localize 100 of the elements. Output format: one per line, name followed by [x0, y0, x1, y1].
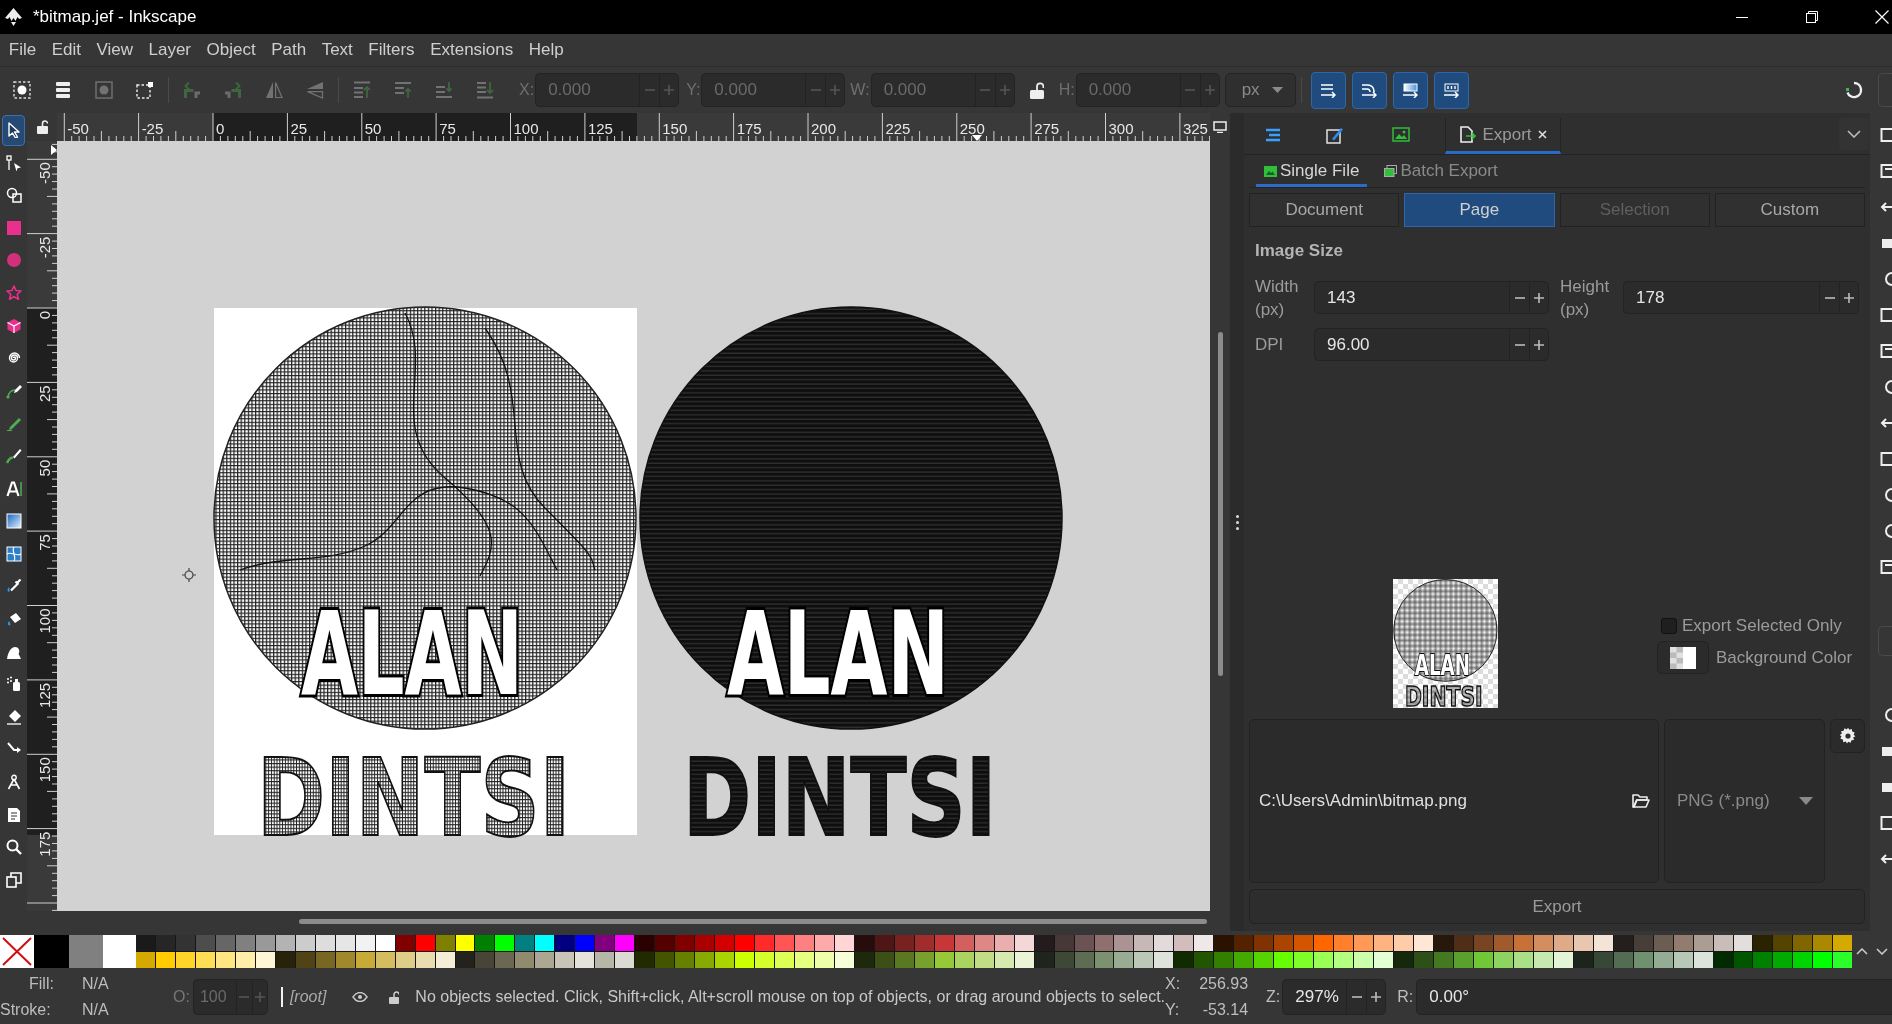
- color-swatch[interactable]: [475, 952, 495, 968]
- color-swatch[interactable]: [934, 935, 954, 951]
- mode-tab[interactable]: Batch Export: [1376, 158, 1506, 187]
- color-swatch[interactable]: [914, 935, 934, 951]
- increment-button[interactable]: [1529, 281, 1549, 314]
- color-swatch[interactable]: [1054, 952, 1074, 968]
- color-swatch[interactable]: [1473, 935, 1493, 951]
- color-swatch[interactable]: [255, 935, 275, 951]
- checkbox[interactable]: [1661, 618, 1677, 634]
- width-field[interactable]: 143: [1314, 281, 1509, 314]
- color-swatch[interactable]: [1793, 935, 1813, 951]
- monitor-icon[interactable]: [1213, 121, 1227, 133]
- gradient-arrow-toggle[interactable]: [1392, 71, 1428, 109]
- export-button[interactable]: Export: [1249, 889, 1865, 924]
- color-swatch[interactable]: [195, 952, 215, 968]
- color-swatch[interactable]: [495, 952, 515, 968]
- no-paint-swatch[interactable]: [0, 935, 34, 968]
- color-swatch[interactable]: [1573, 935, 1593, 951]
- color-swatch[interactable]: [395, 935, 415, 951]
- stroke-value[interactable]: N/A: [82, 1001, 109, 1018]
- color-swatch[interactable]: [755, 952, 774, 968]
- color-swatch[interactable]: [1294, 952, 1314, 968]
- color-swatch[interactable]: [34, 935, 69, 968]
- format-dropdown[interactable]: PNG (*.png): [1664, 719, 1825, 883]
- color-swatch[interactable]: [834, 952, 854, 968]
- color-swatch[interactable]: [1134, 952, 1154, 968]
- color-swatch[interactable]: [195, 935, 215, 951]
- color-swatch[interactable]: [255, 952, 275, 968]
- color-swatch[interactable]: [814, 952, 834, 968]
- color-swatch[interactable]: [1553, 935, 1573, 951]
- menu-item[interactable]: Object: [198, 37, 264, 63]
- color-swatch[interactable]: [1613, 935, 1633, 951]
- filename-field[interactable]: C:\Users\Admin\bitmap.png: [1249, 719, 1659, 883]
- color-swatch[interactable]: [1094, 952, 1114, 968]
- color-swatch[interactable]: [1473, 952, 1493, 968]
- color-swatch[interactable]: [1154, 935, 1174, 951]
- command-bar-icon[interactable]: [1880, 416, 1892, 430]
- pattern-arrow-toggle[interactable]: [1433, 71, 1469, 109]
- color-swatch[interactable]: [1014, 935, 1034, 951]
- menu-item[interactable]: Help: [521, 37, 572, 63]
- menu-item[interactable]: Edit: [43, 37, 89, 63]
- color-swatch[interactable]: [1214, 952, 1234, 968]
- area-button[interactable]: Document: [1249, 193, 1400, 227]
- color-swatch[interactable]: [1094, 935, 1114, 951]
- color-swatch[interactable]: [1713, 935, 1733, 951]
- color-swatch[interactable]: [1254, 935, 1274, 951]
- color-swatch[interactable]: [1453, 935, 1473, 951]
- color-swatch[interactable]: [1813, 935, 1833, 951]
- color-swatch[interactable]: [1433, 952, 1453, 968]
- color-swatch[interactable]: [1633, 952, 1653, 968]
- color-swatch[interactable]: [315, 952, 335, 968]
- color-swatch[interactable]: [1493, 935, 1513, 951]
- command-bar-icon[interactable]: [1880, 452, 1892, 466]
- color-swatch[interactable]: [1693, 952, 1713, 968]
- color-swatch[interactable]: [1274, 935, 1294, 951]
- color-swatch[interactable]: [1753, 952, 1773, 968]
- color-swatch[interactable]: [535, 935, 555, 951]
- color-swatch[interactable]: [335, 952, 355, 968]
- decrement-button[interactable]: [1509, 281, 1529, 314]
- color-swatch[interactable]: [275, 952, 295, 968]
- color-swatch[interactable]: [1394, 935, 1413, 951]
- color-swatch[interactable]: [775, 935, 794, 951]
- color-swatch[interactable]: [1394, 952, 1413, 968]
- color-swatch[interactable]: [1074, 952, 1094, 968]
- color-swatch[interactable]: [1613, 952, 1633, 968]
- command-bar-icon[interactable]: [1880, 816, 1892, 830]
- color-swatch[interactable]: [1653, 935, 1673, 951]
- color-swatch[interactable]: [1034, 952, 1054, 968]
- color-swatch[interactable]: [894, 952, 914, 968]
- menu-item[interactable]: Extensions: [422, 37, 522, 63]
- fill-value[interactable]: N/A: [82, 975, 109, 992]
- area-button[interactable]: Custom: [1714, 193, 1865, 227]
- color-swatch[interactable]: [854, 952, 874, 968]
- color-swatch[interactable]: [1593, 935, 1613, 951]
- color-swatch[interactable]: [1234, 935, 1254, 951]
- color-swatch[interactable]: [1713, 952, 1733, 968]
- color-swatch[interactable]: [295, 952, 315, 968]
- color-swatch[interactable]: [175, 952, 195, 968]
- color-swatch[interactable]: [555, 952, 575, 968]
- color-swatch[interactable]: [794, 952, 814, 968]
- color-swatch[interactable]: [1354, 935, 1374, 951]
- color-swatch[interactable]: [1034, 935, 1054, 951]
- mode-tab[interactable]: Single File: [1256, 158, 1368, 187]
- eye-icon[interactable]: [352, 992, 369, 1002]
- color-swatch[interactable]: [1114, 935, 1134, 951]
- color-swatch[interactable]: [455, 952, 475, 968]
- color-swatch[interactable]: [1114, 952, 1134, 968]
- color-swatch[interactable]: [1673, 935, 1693, 951]
- color-swatch[interactable]: [1154, 952, 1174, 968]
- color-swatch[interactable]: [994, 935, 1014, 951]
- color-swatch[interactable]: [1753, 935, 1773, 951]
- menu-item[interactable]: Filters: [360, 37, 423, 63]
- color-swatch[interactable]: [1414, 952, 1433, 968]
- color-swatch[interactable]: [1633, 935, 1653, 951]
- color-swatch[interactable]: [555, 935, 575, 951]
- padlock-icon[interactable]: [389, 990, 400, 1004]
- padlock-icon[interactable]: [1029, 81, 1044, 99]
- color-swatch[interactable]: [735, 935, 755, 951]
- unit-dropdown[interactable]: px: [1224, 73, 1296, 107]
- color-swatch[interactable]: [1194, 952, 1214, 968]
